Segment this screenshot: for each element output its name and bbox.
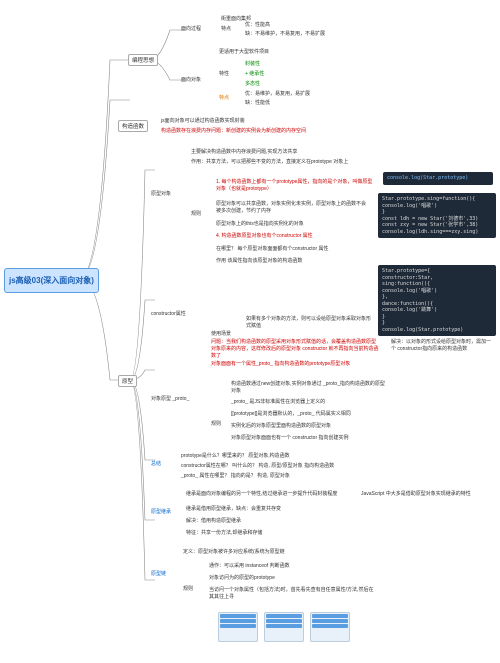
leaf: 封装性	[244, 60, 261, 67]
branch-prototype[interactable]: 原型	[118, 375, 137, 387]
root-node[interactable]: js高级03(深入面向对象)	[4, 268, 99, 293]
thumbnail-3[interactable]	[310, 612, 350, 642]
code-line: console.log(ldh.sing===zxy.sing)	[382, 229, 492, 236]
leaf: 对象原型对象面面也有一个 constructor 指向创建实例	[230, 434, 390, 441]
code-block-2: Star.prototype.sing=function(){ console.…	[378, 193, 496, 238]
node-procedural[interactable]: 面向过程	[180, 25, 202, 32]
code-line: const zxy = new Star('张学市',38)	[382, 222, 492, 229]
leaf: 继承是借用原型继承，缺点：会重复共存变	[185, 505, 355, 512]
node-constructor-prop[interactable]: constructor属性	[150, 310, 187, 317]
code-line: console.log(Star.prototype)	[382, 327, 492, 334]
leaf: 原型对象上的this也是指向实例化的对象	[215, 220, 370, 227]
leaf: 如果有多个对象的方法，则可以设给原型对象采取对象形式赋值	[245, 315, 375, 329]
leaf: 通作：可以采用 instanceof 判断函数	[208, 562, 368, 569]
leaf: 更适用于大型软件项目	[218, 48, 270, 55]
code-block-3: Star.prototype={ constructor:Star, sing:…	[378, 265, 496, 336]
leaf: 对象面面有一个属性_proto_ 指向构造函数的prototype原型对象	[210, 360, 370, 367]
thumbnail-1[interactable]	[218, 612, 258, 642]
leaf: 特性	[218, 70, 230, 77]
leaf: 继承是面向对象编程的另一个特性,结过继承进一步提升代码封装程度	[185, 490, 355, 497]
leaf: 问题：当我们构造函数的原型采用对象形式赋值的话，会覆盖构造函数原型对象原来的内容…	[210, 338, 380, 359]
leaf: 主要解决构造函数中内存浪费问题,实现方法共享	[190, 148, 360, 155]
node-summary[interactable]: 总结	[150, 460, 162, 467]
leaf: 作用：共享方法，可以把那些不变的方法，直接定义在prototype 对象上	[190, 158, 360, 165]
leaf: 原型对象可以共享函数，对象实例化未实例，原型对象上的函数不会被多次创建，节约了内…	[215, 200, 370, 214]
leaf: 作用 该属性指向该原型对象的构造函数	[215, 257, 380, 264]
leaf: _proto_ 属性在哪里？ 指向的是？ 构造, 原型对象	[180, 472, 380, 479]
leaf: 构造函数存在浪费内存问题：新创建的实例会为新创建的内存空间	[160, 127, 390, 134]
leaf: 特点	[220, 25, 232, 32]
leaf: 定义：原型对象被许多对应系统(系统为原型链	[182, 548, 362, 555]
leaf: _proto_ 是JS非标准属性在浏览器上定义的	[230, 398, 390, 405]
leaf: [[prototype]]是浏览器默认的，_proto_ 代码属实义相同	[230, 410, 390, 417]
branch-programming[interactable]: 编程思想	[128, 54, 158, 66]
leaf: 解决：借用构造原型继承	[185, 517, 355, 524]
leaf: 优：易维护，易复用，易扩展	[244, 90, 311, 97]
leaf: constructor属性在哪？ 叫什么的？ 构造, 原型/原型对象 指向构造函…	[180, 462, 400, 469]
leaf: 使用场景	[210, 330, 232, 337]
leaf: 对象访问为的原型的prototype	[208, 574, 368, 581]
leaf: 特点	[218, 94, 230, 101]
leaf: JavaScript 中大多是借助原型对象实现继承的特性	[360, 490, 490, 497]
leaf: 规则	[210, 420, 222, 427]
node-obj-proto[interactable]: 对象原型 _proto_	[150, 395, 190, 402]
leaf: prototype是什么？哪里来的？ 原型对象,构造函数	[180, 452, 380, 459]
code-line: console.log(Star.prototype)	[387, 175, 468, 181]
leaf: 在哪里？ 每个原型对象面面都有个constructor 属性	[215, 245, 380, 252]
leaf: 优：性能高	[244, 21, 271, 28]
code-block-1: console.log(Star.prototype)	[383, 172, 493, 185]
thumbnail-2[interactable]	[264, 612, 304, 642]
node-oop[interactable]: 面向对象	[180, 76, 202, 83]
leaf: 缺：性能低	[244, 99, 271, 106]
leaf: + 继承性	[244, 70, 265, 77]
node-proto-inherit[interactable]: 原型继承	[150, 508, 172, 515]
branch-constructor[interactable]: 构造函数	[118, 120, 148, 132]
leaf: 缺：不易维护，不易复用，不易扩展	[244, 30, 326, 37]
leaf: 规则	[182, 585, 194, 592]
leaf: 解决：以对象的形式设给原型对象时，需加一个 constructor指向原来的构造…	[390, 338, 495, 352]
leaf: 实例化后的对象原型里面构造函数的原型对象	[230, 422, 390, 429]
leaf: 4. 构造函数原型对象也有个constructor 属性	[215, 232, 380, 239]
leaf: 当访问一个对象属性（包括方法)时，首先看先查有自任意属性/方法,然后在其其往上寻	[208, 586, 378, 600]
leaf: 特征：共享一份方法,却继承和存储	[185, 529, 355, 536]
leaf: 构造函数通过new创建对象,实例对象通过 _proto_指向构造函数的原型对象	[230, 380, 390, 394]
node-proto-obj[interactable]: 原型对象	[150, 190, 172, 197]
leaf-rule1: 1. 每个构造函数上都有一个prototype属性，指向的是个对象，叫做原型对象…	[215, 178, 375, 192]
leaf: js面向对象可以通过构造函数实现封装	[160, 117, 246, 124]
node-proto-chain[interactable]: 原型链	[150, 570, 167, 577]
leaf: 规则	[190, 210, 202, 217]
leaf: 多态性	[244, 80, 261, 87]
